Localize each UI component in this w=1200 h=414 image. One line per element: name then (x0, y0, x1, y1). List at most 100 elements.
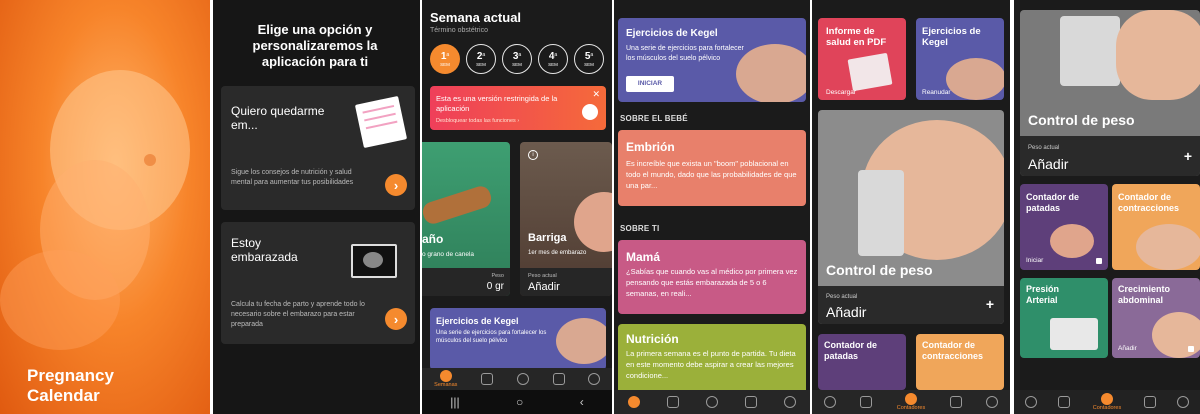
counter-icon (905, 393, 917, 405)
week-circle[interactable]: 5 a SEM (574, 44, 604, 74)
nav-tools-icon[interactable] (666, 396, 679, 408)
section-about-baby: SOBRE EL BEBÉ (620, 114, 688, 123)
nav-compass-icon[interactable] (516, 373, 529, 385)
restricted-banner[interactable]: Esta es una versión restringida de la ap… (430, 86, 606, 130)
option-trying-arrow-button[interactable]: › (385, 174, 407, 196)
calendar-icon (439, 370, 452, 382)
nav-compass-icon[interactable] (705, 396, 718, 408)
kegel-tool-sub: Reanudar (922, 89, 951, 96)
weight-value-2[interactable]: Añadir (1028, 156, 1068, 172)
option-trying-card[interactable]: Quiero quedarme em... Sigue los consejos… (221, 86, 415, 210)
articles-screen: Ejercicios de Kegel Una serie de ejercic… (614, 0, 810, 414)
cinnamon-illustration (422, 183, 494, 227)
nav-counters[interactable]: Contadores (1092, 390, 1122, 414)
belly-growth-title: Crecimiento abdominal (1118, 284, 1171, 305)
belly-tile[interactable]: i Barriga 1er mes de embarazo Peso actua… (520, 142, 612, 296)
week-ordinal: a (518, 51, 522, 58)
kegel-tool-card[interactable]: Ejercicios de Kegel Reanudar (916, 18, 1004, 100)
week-ordinal: a (482, 51, 486, 58)
onboarding-heading: Elige una opción y personalizaremos la a… (252, 22, 378, 69)
recent-apps-icon[interactable]: ||| (450, 395, 459, 409)
counter-icon (1100, 393, 1113, 405)
pdf-report-title: Informe de salud en PDF (826, 26, 887, 48)
pdf-report-card[interactable]: Informe de salud en PDF Descargar (818, 18, 906, 100)
kegel-feature-title: Ejercicios de Kegel (626, 28, 718, 39)
contraction-counter-title: Contador de contracciones (922, 340, 984, 361)
nav-notes-icon[interactable] (1143, 396, 1156, 408)
belly-tile-sub: 1er mes de embarazo (528, 250, 587, 256)
option-trying-description: Sigue los consejos de nutrición y salud … (231, 169, 354, 186)
week-circle[interactable]: 3 a SEM (502, 44, 532, 74)
pregnant-woman-illustration (946, 58, 1004, 100)
size-tile-label: Peso (491, 273, 504, 279)
nav-settings-icon[interactable] (986, 396, 998, 408)
contraction-counter-title-2: Contador de contracciones (1118, 192, 1180, 213)
nav-notes-icon[interactable] (950, 396, 962, 408)
nav-notes-icon[interactable] (745, 396, 758, 408)
unlock-link[interactable]: Desbloquear todas las funciones › (436, 118, 519, 124)
option-pregnant-arrow-button[interactable]: › (385, 308, 407, 330)
home-icon[interactable]: ○ (516, 395, 523, 409)
add-weight-icon[interactable]: + (986, 296, 994, 312)
contraction-counter-card-2[interactable]: Contador de contracciones (1112, 184, 1200, 270)
close-icon[interactable]: ✕ (592, 89, 600, 100)
fetus-illustration (0, 70, 190, 350)
belly-tile-value[interactable]: Añadir (528, 281, 560, 293)
belly-tile-label: Peso actual (528, 273, 557, 279)
mama-card[interactable]: Mamá ¿Sabías que cuando vas al médico po… (618, 240, 806, 314)
belly-growth-card[interactable]: Crecimiento abdominal Añadir (1112, 278, 1200, 358)
weight-control-card[interactable]: Control de peso Peso actual Añadir + (818, 110, 1004, 324)
nav-counters[interactable]: Contadores (896, 390, 926, 414)
week-circle[interactable]: 2 a SEM (466, 44, 496, 74)
nav-weeks-icon[interactable] (1024, 396, 1037, 408)
nutricion-card[interactable]: Nutrición La primera semana es el punto … (618, 324, 806, 394)
option-trying-title: Quiero quedarme em... (231, 104, 325, 132)
weight-value[interactable]: Añadir (826, 304, 866, 320)
nav-notes-icon[interactable] (552, 373, 565, 385)
week-unit: SEM (512, 61, 522, 67)
add-weight-icon-2[interactable]: + (1184, 148, 1192, 164)
nav-settings-icon[interactable] (784, 396, 797, 408)
info-icon[interactable]: i (528, 150, 538, 160)
size-tile[interactable]: año o grano de canela Peso 0 gr (422, 142, 510, 296)
option-pregnant-card[interactable]: Estoy embarazada Calcula tu fecha de par… (221, 222, 415, 344)
nav-tools-icon[interactable] (481, 373, 494, 385)
nav-weeks[interactable]: Semanas (434, 370, 458, 388)
kick-counter-title-2: Contador de patadas (1026, 192, 1079, 213)
contraction-counter-card[interactable]: Contador de contracciones (916, 334, 1004, 390)
size-tile-title: año (422, 232, 444, 246)
app-title-line1: Pregnancy (27, 366, 114, 385)
nav-settings-icon[interactable] (588, 373, 601, 385)
embrion-card[interactable]: Embrión Es increíble que exista un "boom… (618, 130, 806, 206)
kegel-feature-card[interactable]: Ejercicios de Kegel Una serie de ejercic… (618, 18, 806, 102)
nav-tools-icon[interactable] (1058, 396, 1071, 408)
kegel-feature-description: Una serie de ejercicios para fortalecer … (626, 45, 744, 62)
app-title: Pregnancy Calendar (27, 366, 114, 406)
kick-counter-card[interactable]: Contador de patadas (818, 334, 906, 390)
size-tile-value: 0 gr (486, 281, 504, 292)
week-circle[interactable]: 4 a SEM (538, 44, 568, 74)
tools-screen: Informe de salud en PDF Descargar Ejerci… (812, 0, 1010, 414)
nutricion-title: Nutrición (626, 332, 679, 346)
kegel-card-description: Una serie de ejercicios para fortalecer … (436, 330, 547, 344)
weeks-screen: Semana actual Término obstétrico 1 a SEM 2 a… (422, 0, 612, 414)
counters-screen: Control de peso Peso actual Añadir + Con… (1014, 0, 1200, 414)
embrion-text: Es increíble que exista un "boom" poblac… (626, 159, 797, 190)
mama-text: ¿Sabías que cuando vas al médico por pri… (626, 267, 798, 298)
weight-control-card-2[interactable]: Control de peso Peso actual Añadir + (1020, 10, 1200, 176)
start-button[interactable]: INICIAR (626, 76, 674, 92)
kegel-card[interactable]: Ejercicios de Kegel Una serie de ejercic… (430, 308, 606, 370)
week-ordinal: a (554, 51, 558, 58)
kick-counter-card-2[interactable]: Contador de patadas Iniciar (1020, 184, 1108, 270)
calendar-icon[interactable] (627, 396, 640, 408)
back-icon[interactable]: ‹ (580, 395, 584, 409)
belly-illustration (574, 192, 612, 252)
blood-pressure-card[interactable]: Presión Arterial (1020, 278, 1108, 358)
week-circle[interactable]: 1 a SEM (430, 44, 460, 74)
nav-weeks-icon[interactable] (824, 396, 836, 408)
nav-counters-label: Contadores (896, 405, 926, 411)
nav-settings-icon[interactable] (1177, 396, 1190, 408)
scale-icon (858, 170, 904, 256)
nav-weeks-label: Semanas (434, 382, 458, 388)
nav-tools-icon[interactable] (860, 396, 872, 408)
